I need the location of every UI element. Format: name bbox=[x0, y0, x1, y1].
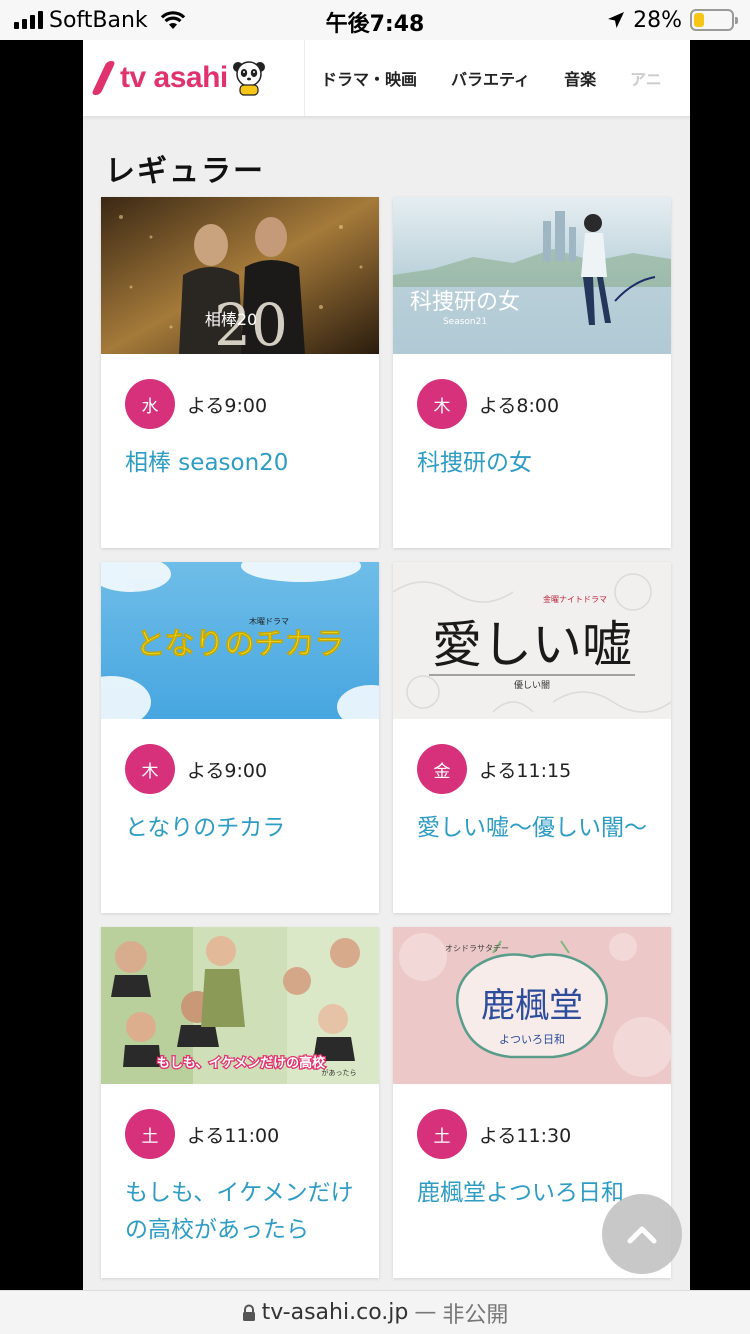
program-grid: 20 相棒20 水 よる9:00 相棒 season20 科捜研の女 Seaso… bbox=[101, 197, 671, 1278]
thumbnail-title: 相棒20 bbox=[205, 310, 257, 329]
thumbnail-subtitle: Season21 bbox=[443, 317, 487, 327]
thumbnail-title: 科捜研の女 bbox=[410, 290, 520, 315]
chevron-up-icon bbox=[627, 1226, 657, 1244]
program-title-link[interactable]: 科捜研の女 bbox=[417, 445, 653, 482]
broadcast-time: よる8:00 bbox=[479, 394, 560, 417]
tv-asahi-logo[interactable]: tv asahi bbox=[83, 40, 305, 116]
web-page: tv asahi ドラマ・映画 バラエティ 音楽 アニ レギュラー 20 相棒2… bbox=[83, 40, 690, 1290]
day-badge: 木 bbox=[125, 744, 175, 794]
broadcast-time: よる9:00 bbox=[187, 759, 268, 782]
thumbnail-title: 鹿楓堂 bbox=[481, 986, 583, 1026]
program-thumbnail: 科捜研の女 Season21 bbox=[393, 197, 671, 354]
program-card[interactable]: もしも、イケメンだけの高校 があったら 土 よる11:00 もしも、イケメンだけ… bbox=[101, 927, 379, 1278]
program-thumbnail: 20 相棒20 bbox=[101, 197, 379, 354]
broadcast-time: よる11:30 bbox=[479, 1124, 572, 1147]
program-title-link[interactable]: 相棒 season20 bbox=[125, 445, 361, 482]
logo-text: tv asahi bbox=[120, 61, 228, 94]
battery-level bbox=[694, 13, 705, 27]
broadcast-time: よる9:00 bbox=[187, 394, 268, 417]
thumbnail-subtitle: があったら bbox=[322, 1068, 357, 1077]
thumbnail-subtitle: 優しい闇 bbox=[514, 679, 550, 691]
broadcast-info: 木 よる9:00 bbox=[125, 744, 267, 794]
day-badge: 土 bbox=[417, 1109, 467, 1159]
thumbnail-tag: オシドラサタデー bbox=[445, 943, 509, 953]
mascot-icon bbox=[232, 61, 265, 96]
thumbnail-title: もしも、イケメンだけの高校 bbox=[157, 1055, 326, 1071]
status-bar: SoftBank 午後7:48 28% bbox=[0, 0, 750, 40]
address-bar[interactable]: tv-asahi.co.jp — 非公開 bbox=[0, 1290, 750, 1334]
program-thumbnail: 木曜ドラマ となりのチカラ bbox=[101, 562, 379, 719]
thumbnail-title: となりのチカラ bbox=[135, 627, 344, 662]
broadcast-info: 土 よる11:00 bbox=[125, 1109, 279, 1159]
thumbnail-title: 愛しい嘘 bbox=[432, 616, 632, 674]
lock-icon bbox=[242, 1304, 255, 1321]
location-icon bbox=[608, 12, 625, 28]
day-badge: 土 bbox=[125, 1109, 175, 1159]
logo-slash-icon bbox=[91, 61, 116, 95]
program-title-link[interactable]: 愛しい嘘～優しい闇～ bbox=[417, 810, 653, 847]
nav-music[interactable]: 音楽 bbox=[564, 66, 596, 90]
broadcast-time: よる11:15 bbox=[479, 759, 572, 782]
battery-icon bbox=[690, 9, 738, 31]
url-separator: — bbox=[414, 1300, 437, 1325]
program-thumbnail: もしも、イケメンだけの高校 があったら bbox=[101, 927, 379, 1084]
category-nav: ドラマ・映画 バラエティ 音楽 アニ bbox=[305, 40, 662, 116]
private-mode-label: 非公開 bbox=[442, 1302, 509, 1328]
status-right: 28% bbox=[607, 6, 738, 34]
site-header: tv asahi ドラマ・映画 バラエティ 音楽 アニ bbox=[83, 40, 690, 116]
broadcast-time: よる11:00 bbox=[187, 1124, 280, 1147]
day-badge: 金 bbox=[417, 744, 467, 794]
program-card[interactable]: 科捜研の女 Season21 木 よる8:00 科捜研の女 bbox=[393, 197, 671, 548]
thumbnail-tag: 金曜ナイトドラマ bbox=[543, 594, 607, 604]
broadcast-info: 木 よる8:00 bbox=[417, 379, 559, 429]
program-thumbnail: オシドラサタデー 鹿楓堂 よついろ日和 bbox=[393, 927, 671, 1084]
day-badge: 木 bbox=[417, 379, 467, 429]
broadcast-info: 金 よる11:15 bbox=[417, 744, 571, 794]
program-card[interactable]: 金曜ナイトドラマ 愛しい嘘 優しい闇 金 よる11:15 愛しい嘘～優しい闇～ bbox=[393, 562, 671, 913]
nav-variety[interactable]: バラエティ bbox=[451, 66, 530, 90]
broadcast-info: 水 よる9:00 bbox=[125, 379, 267, 429]
program-card[interactable]: 木曜ドラマ となりのチカラ 木 よる9:00 となりのチカラ bbox=[101, 562, 379, 913]
section-title: レギュラー bbox=[105, 154, 265, 189]
thumbnail-subtitle: よついろ日和 bbox=[499, 1033, 565, 1046]
scroll-to-top-button[interactable] bbox=[602, 1194, 682, 1274]
nav-anime[interactable]: アニ bbox=[630, 66, 662, 90]
battery-percent: 28% bbox=[633, 7, 682, 33]
program-thumbnail: 金曜ナイトドラマ 愛しい嘘 優しい闇 bbox=[393, 562, 671, 719]
broadcast-info: 土 よる11:30 bbox=[417, 1109, 571, 1159]
day-badge: 水 bbox=[125, 379, 175, 429]
nav-drama-movie[interactable]: ドラマ・映画 bbox=[321, 66, 417, 90]
program-title-link[interactable]: もしも、イケメンだけの高校があったら bbox=[125, 1175, 361, 1249]
thumbnail-tag: 木曜ドラマ bbox=[249, 616, 289, 626]
program-title-link[interactable]: となりのチカラ bbox=[125, 810, 361, 847]
program-card[interactable]: 20 相棒20 水 よる9:00 相棒 season20 bbox=[101, 197, 379, 548]
url-domain: tv-asahi.co.jp bbox=[261, 1300, 409, 1325]
